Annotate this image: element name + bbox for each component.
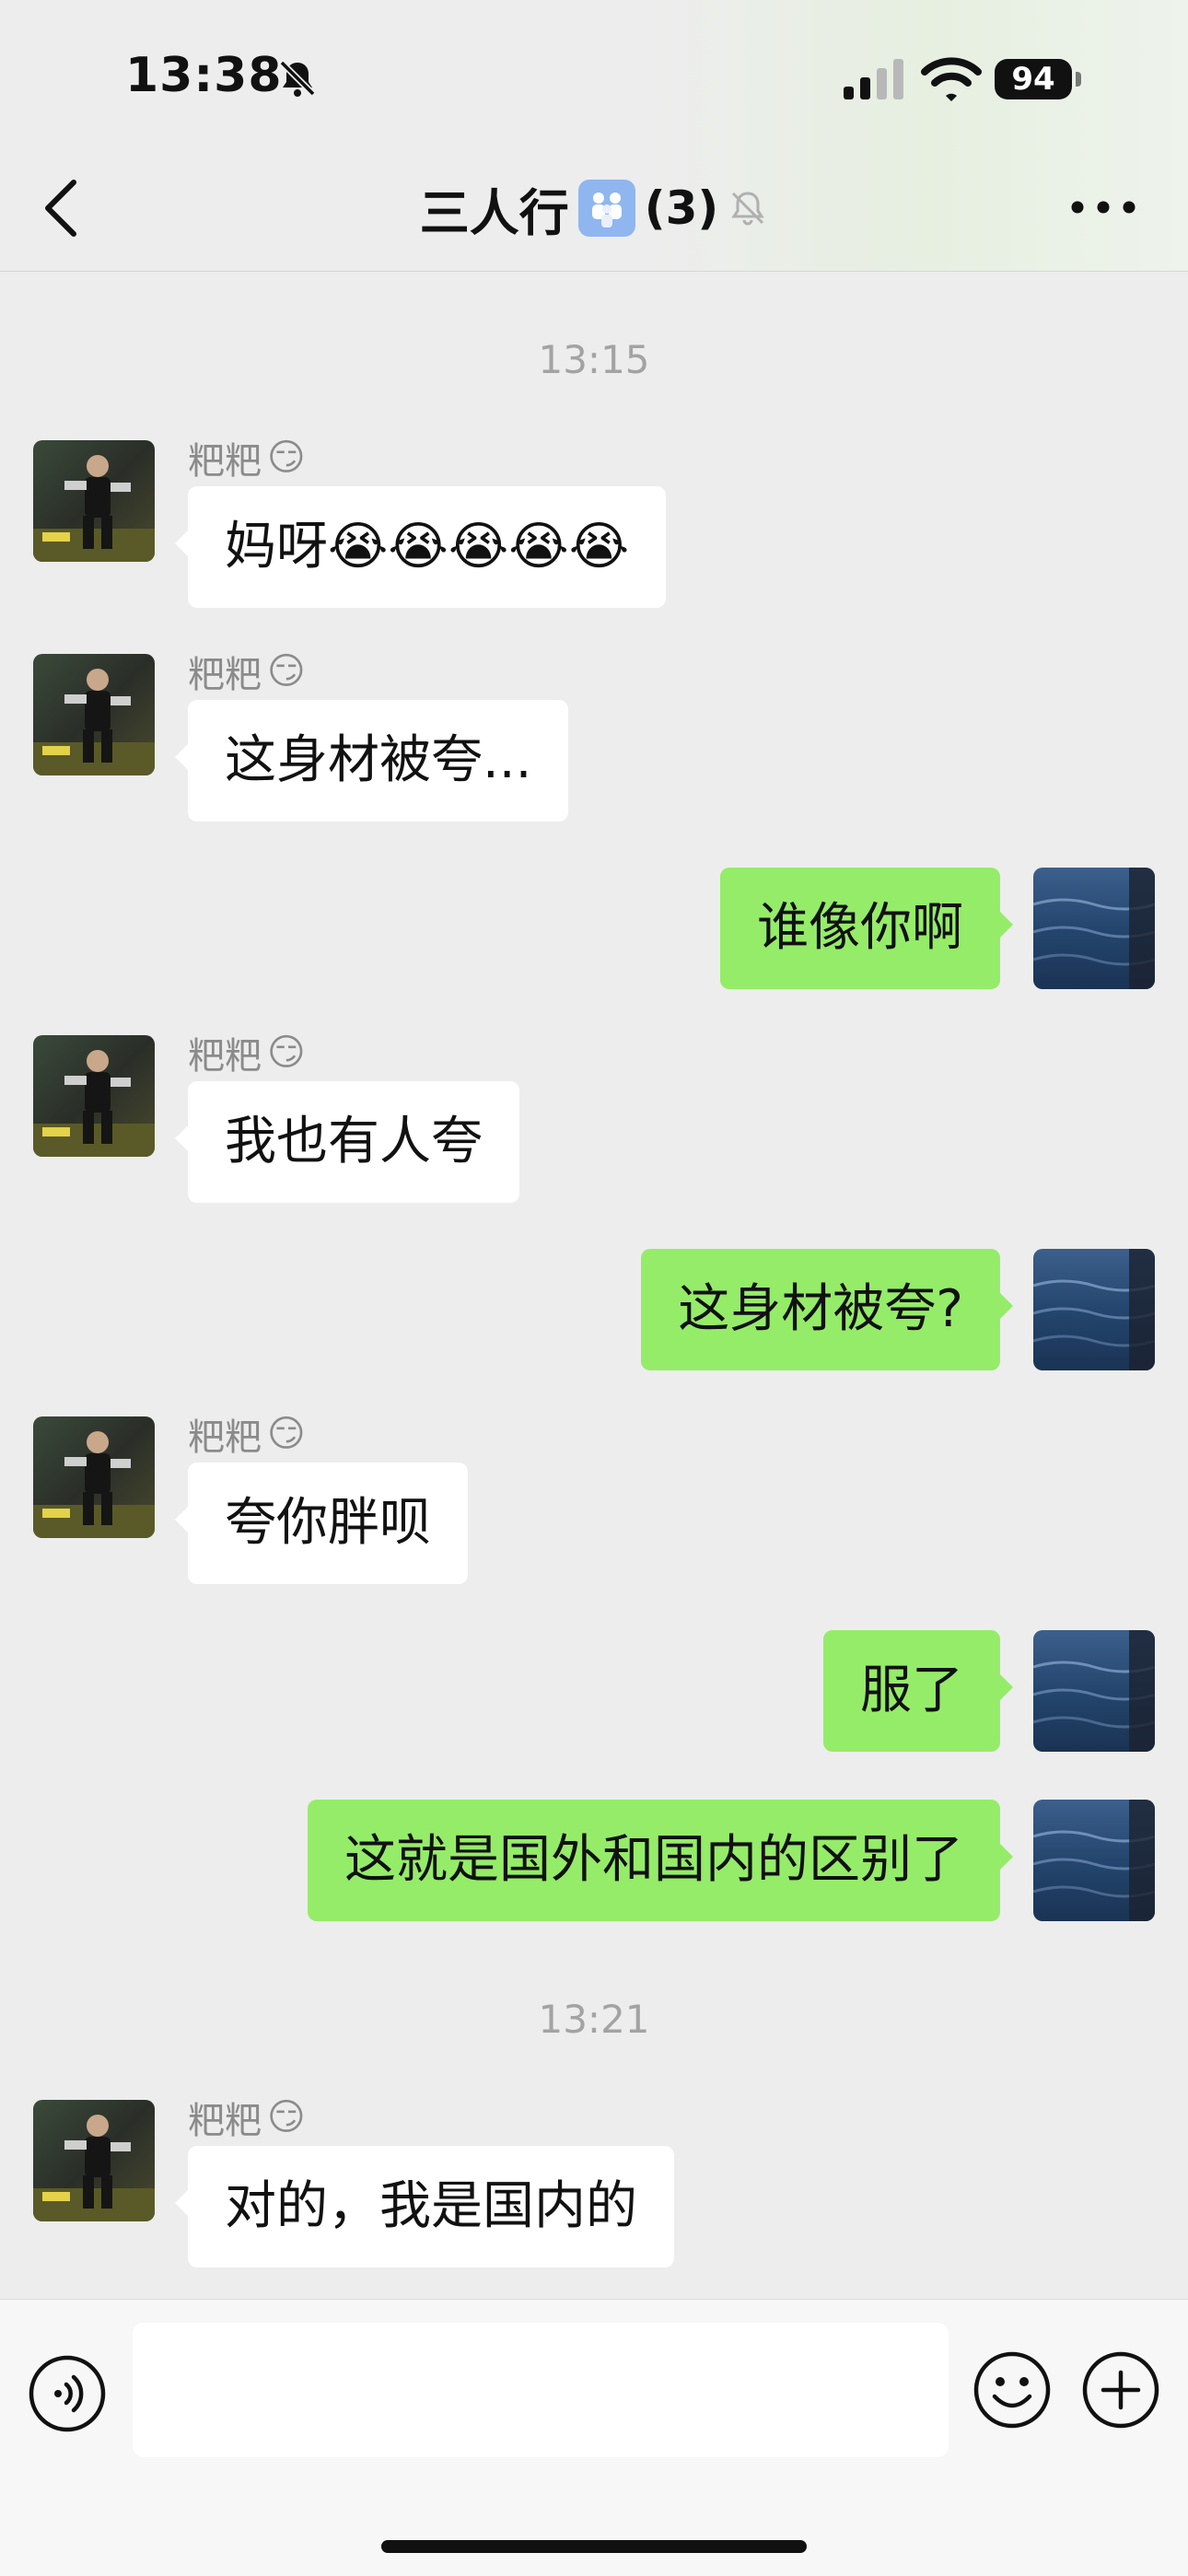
avatar[interactable] xyxy=(1033,1249,1155,1370)
home-indicator[interactable] xyxy=(381,2540,807,2553)
member-count: (3) xyxy=(644,181,719,235)
message-bubble[interactable]: 妈呀😭😭😭😭😭 xyxy=(174,486,667,608)
message-bubble[interactable]: 这身材被夸... xyxy=(174,700,569,822)
avatar[interactable] xyxy=(1033,1630,1155,1752)
message-bubble[interactable]: 我也有人夸 xyxy=(175,1081,519,1203)
message-bubble[interactable]: 这就是国外和国内的区别了 xyxy=(308,1800,1013,1921)
avatar[interactable] xyxy=(33,654,155,775)
message-input[interactable] xyxy=(133,2323,949,2457)
chat-title: 三人行 (3) xyxy=(304,175,884,242)
avatar[interactable] xyxy=(33,440,155,562)
battery-cap xyxy=(1076,72,1081,87)
timestamp: 13:15 xyxy=(538,337,650,382)
sender-name: 粑粑 😏 xyxy=(188,2096,306,2142)
chat-title-text: 三人行 xyxy=(419,183,569,242)
back-chevron-icon[interactable] xyxy=(37,175,85,241)
avatar[interactable] xyxy=(33,2100,155,2221)
message-bubble[interactable]: 谁像你啊 xyxy=(720,868,1013,989)
bell-slash-icon xyxy=(279,60,316,97)
status-time: 13:38 xyxy=(125,48,283,103)
avatar[interactable] xyxy=(33,1416,155,1538)
avatar[interactable] xyxy=(1033,868,1155,989)
message-bubble[interactable]: 对的，我是国内的 xyxy=(175,2146,674,2267)
plus-icon[interactable] xyxy=(1081,2350,1160,2430)
group-icon xyxy=(577,180,635,237)
sender-name: 粑粑 😏 xyxy=(188,650,306,696)
message-bubble[interactable]: 这身材被夸? xyxy=(641,1249,1013,1370)
mute-icon xyxy=(731,192,765,226)
signal-icon xyxy=(844,59,903,99)
voice-icon[interactable] xyxy=(28,2354,107,2433)
battery-indicator: 94 xyxy=(995,59,1072,99)
timestamp: 13:21 xyxy=(538,1997,650,2042)
sender-name: 粑粑 😏 xyxy=(188,437,306,483)
more-dots-icon[interactable] xyxy=(1068,193,1138,221)
message-bubble[interactable]: 夸你胖呗 xyxy=(175,1463,468,1584)
emoji-icon[interactable] xyxy=(973,2350,1052,2430)
wifi-icon xyxy=(921,57,982,101)
sender-name: 粑粑 😏 xyxy=(188,1413,306,1459)
avatar[interactable] xyxy=(33,1035,155,1157)
message-bubble[interactable]: 服了 xyxy=(823,1630,1013,1752)
sender-name: 粑粑 😏 xyxy=(188,1032,306,1078)
avatar[interactable] xyxy=(1033,1800,1155,1921)
